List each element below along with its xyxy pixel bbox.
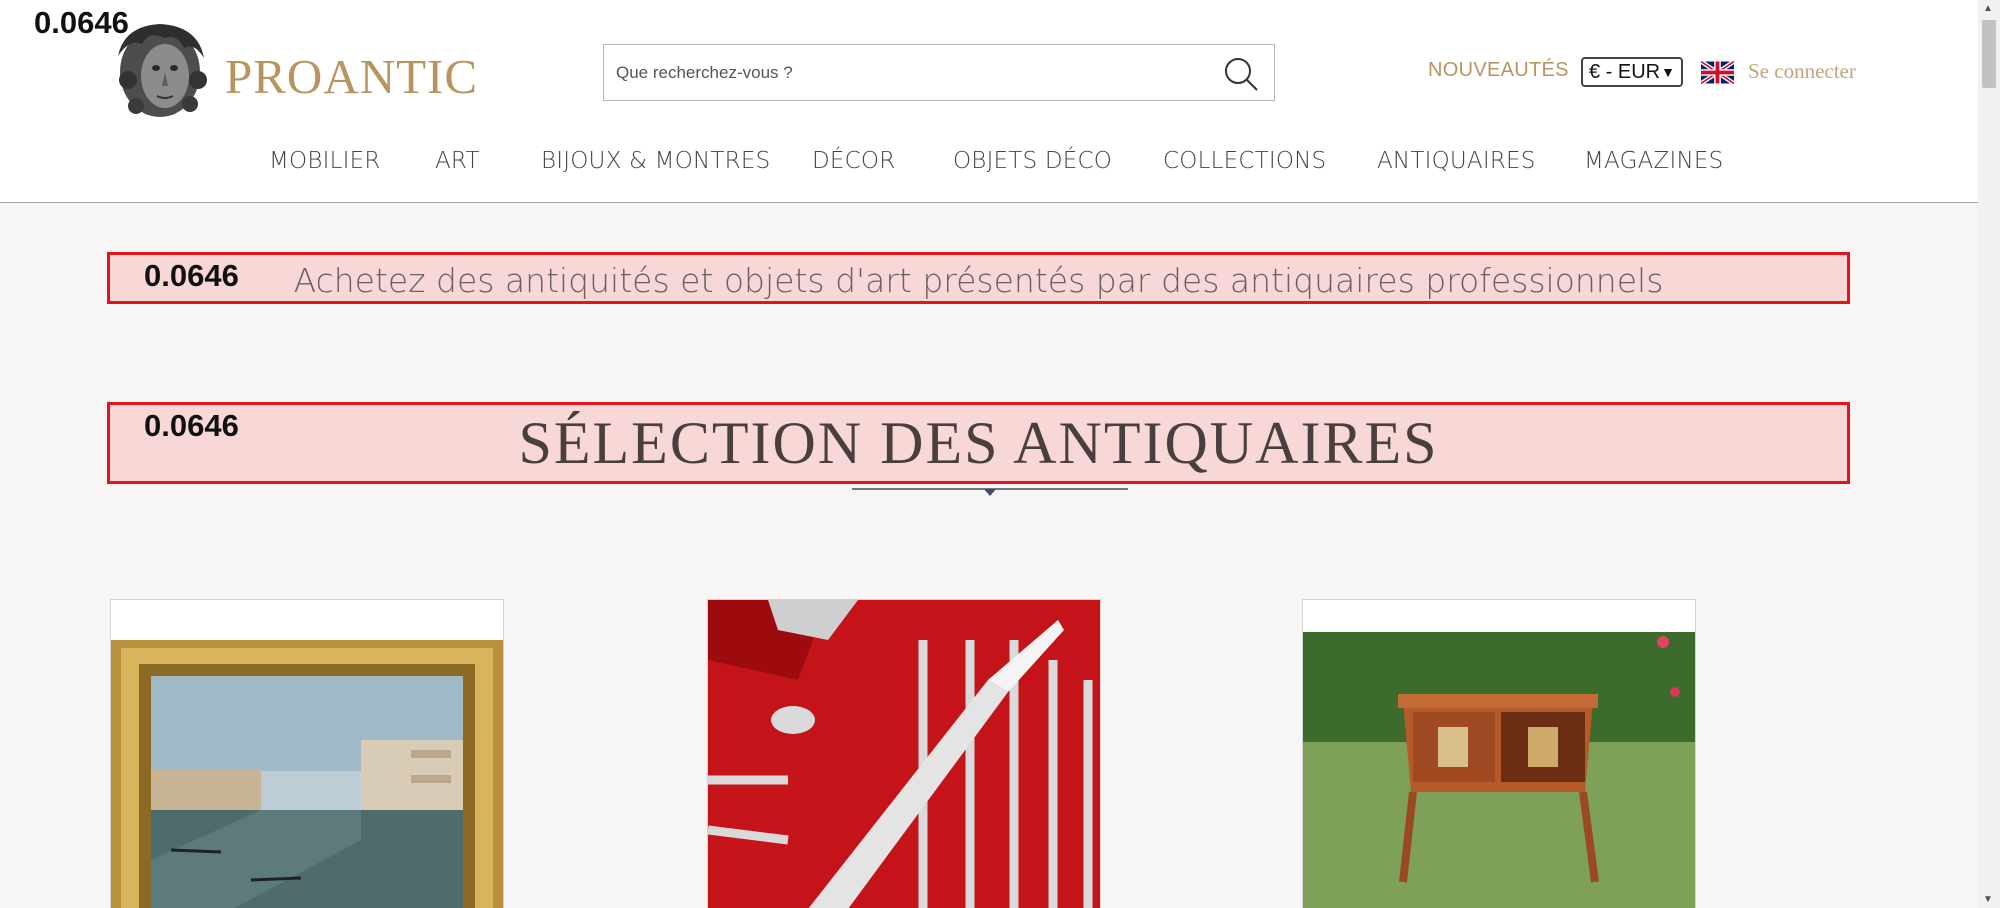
search-icon[interactable] [1222,55,1260,93]
debug-score-label: 0.0646 [34,5,129,40]
product-card-silverware[interactable] [707,599,1101,908]
section-title: SÉLECTION DES ANTIQUAIRES [518,410,1439,476]
section-title-banner: 0.0646 SÉLECTION DES ANTIQUAIRES [107,402,1850,484]
title-divider [852,488,1128,496]
nav-item-bijoux-montres[interactable]: BIJOUX & MONTRES [541,148,770,174]
nav-item-objets-deco[interactable]: OBJETS DÉCO [953,148,1112,174]
search-input[interactable] [614,53,1198,93]
login-link[interactable]: Se connecter [1748,59,1856,84]
scroll-thumb[interactable] [1982,20,1996,88]
site-header: 0.0646 PROANTIC NOUVEAUTÉS € - EUR ▼ Se … [0,0,1978,203]
chevron-down-icon: ▼ [1661,64,1675,80]
nav-item-antiquaires[interactable]: ANTIQUAIRES [1377,148,1536,174]
debug-score-label: 0.0646 [144,408,239,443]
product-card-painting[interactable] [110,599,504,908]
commode-image [1303,632,1695,908]
page-scrollbar[interactable]: ▲ ▼ [1978,0,2000,908]
nav-item-collections[interactable]: COLLECTIONS [1163,148,1326,174]
tagline-text: Achetez des antiquités et objets d'art p… [293,261,1664,300]
site-logo-text[interactable]: PROANTIC [225,48,478,105]
search-box [603,44,1275,101]
nav-item-mobilier[interactable]: MOBILIER [269,148,381,174]
scroll-up-icon[interactable]: ▲ [1983,3,1993,14]
currency-value: € - EUR [1589,61,1661,83]
tagline-banner: 0.0646 Achetez des antiquités et objets … [107,252,1850,304]
venice-painting-image [111,640,503,908]
scroll-down-icon[interactable]: ▼ [1983,894,1993,905]
nouveautes-link[interactable]: NOUVEAUTÉS [1428,59,1569,82]
nav-item-magazines[interactable]: MAGAZINES [1584,148,1723,174]
product-card-commode[interactable] [1302,599,1696,908]
currency-select[interactable]: € - EUR ▼ [1581,57,1683,87]
silverware-image [708,600,1100,908]
debug-score-label: 0.0646 [144,258,239,293]
nav-item-decor[interactable]: DÉCOR [812,148,895,174]
uk-flag-icon[interactable] [1701,60,1734,85]
nav-item-art[interactable]: ART [435,148,480,174]
